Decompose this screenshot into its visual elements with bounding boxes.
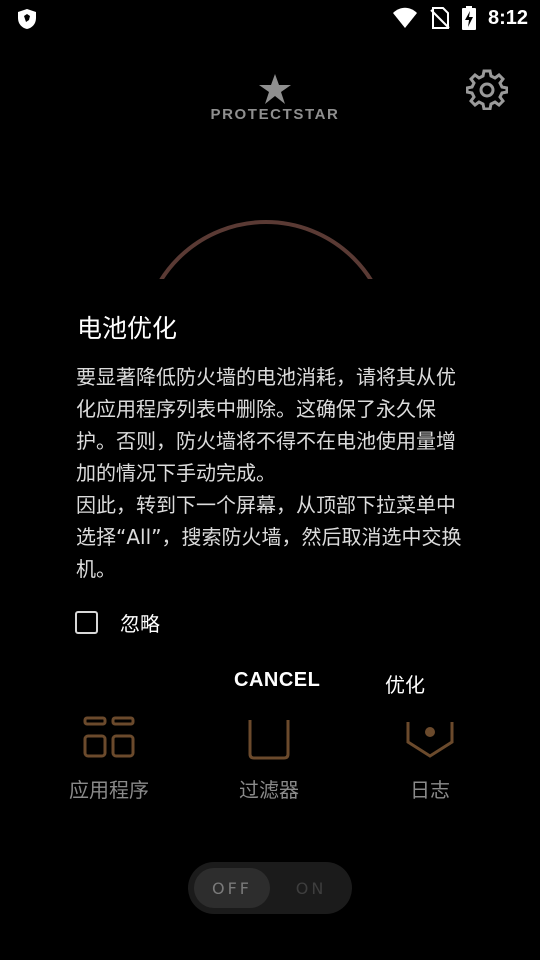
dialog-message: 要显著降低防火墙的电池消耗，请将其从优化应用程序列表中删除。这确保了永久保护。否… [76, 365, 462, 581]
status-time: 8:12 [487, 6, 528, 29]
nav-label-filters: 过滤器 [239, 778, 299, 802]
filter-icon [248, 720, 290, 760]
nav-label-apps: 应用程序 [69, 778, 149, 802]
nav-item-apps[interactable]: 应用程序 [49, 710, 169, 803]
toggle-off-label: OFF [194, 868, 270, 908]
log-icon [406, 722, 454, 758]
apps-grid-icon [83, 716, 135, 758]
nav-item-filters[interactable]: 过滤器 [209, 710, 329, 803]
bottom-nav: 应用程序 过滤器 日志 [0, 710, 540, 810]
no-sim-icon [430, 7, 450, 29]
nav-label-log: 日志 [410, 778, 450, 802]
wifi-icon [392, 7, 417, 28]
optimize-button[interactable]: 优化 [385, 669, 425, 698]
ignore-checkbox-label[interactable]: 忽略 [120, 608, 160, 637]
dialog-title: 电池优化 [77, 314, 178, 343]
status-ring [140, 220, 400, 280]
ignore-checkbox-row[interactable]: 忽略 [75, 608, 160, 637]
cancel-button[interactable]: CANCEL [234, 669, 320, 692]
firewall-toggle[interactable]: OFF ON [188, 862, 352, 914]
battery-optimization-dialog: 电池优化 要显著降低防火墙的电池消耗，请将其从优化应用程序列表中删除。这确保了永… [44, 279, 496, 716]
brand-logo: PROTECTSTAR [195, 74, 355, 134]
battery-charging-icon [461, 6, 476, 30]
gear-icon[interactable] [466, 68, 508, 110]
star-logo-icon [259, 74, 291, 104]
status-bar: 8:12 [0, 0, 540, 36]
brand-name: PROTECTSTAR [210, 106, 340, 123]
nav-item-log[interactable]: 日志 [370, 710, 490, 803]
ignore-checkbox[interactable] [75, 611, 98, 634]
toggle-on-label: ON [295, 878, 327, 898]
security-shield-icon [18, 9, 36, 29]
